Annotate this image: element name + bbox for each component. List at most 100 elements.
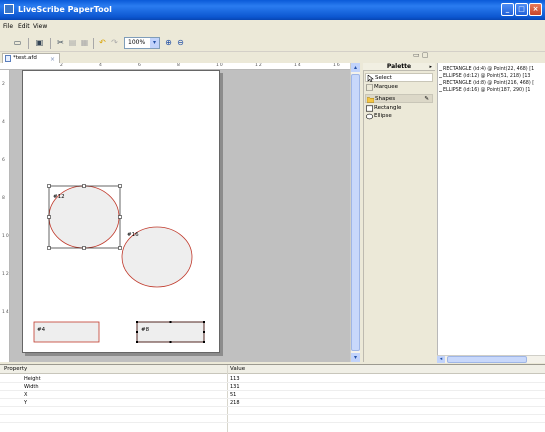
ruler-mark: 12 bbox=[2, 272, 10, 277]
horizontal-scrollbar[interactable]: ◂ bbox=[437, 355, 545, 363]
save-icon[interactable]: ▣ bbox=[34, 38, 45, 48]
scroll-thumb[interactable] bbox=[351, 74, 360, 351]
horizontal-ruler: 2 4 6 8 10 12 14 16 bbox=[0, 63, 350, 70]
ruler-mark: 14 bbox=[294, 63, 302, 68]
scroll-up-icon[interactable]: ▴ bbox=[351, 63, 360, 72]
undo-icon[interactable]: ↶ bbox=[97, 38, 108, 48]
scroll-left-icon[interactable]: ◂ bbox=[437, 356, 445, 363]
property-row-empty bbox=[0, 408, 545, 415]
property-row[interactable]: X 51 bbox=[0, 392, 545, 399]
ruler-mark: 8 bbox=[177, 63, 181, 68]
outline-item[interactable]: RECTANGLE (id:8) @ Point(216, 468) [ bbox=[438, 81, 534, 86]
shape-label: #12 bbox=[53, 194, 65, 200]
palette-menu-icon[interactable]: ▸ bbox=[429, 63, 432, 71]
outline-view: RECTANGLE (id:4) @ Point(22, 468) [1 ELL… bbox=[437, 63, 545, 355]
cut-icon[interactable]: ✂ bbox=[55, 38, 66, 48]
properties-header: Property Value bbox=[0, 365, 545, 374]
menu-view[interactable]: View bbox=[33, 23, 47, 30]
tab-label: *test.afd bbox=[13, 55, 37, 61]
pin-icon[interactable]: ✎ bbox=[424, 95, 429, 104]
palette-item-label: Marquee bbox=[374, 84, 399, 90]
tab-test-afd[interactable]: *test.afd × bbox=[2, 53, 60, 63]
ruler-mark: 14 bbox=[2, 310, 10, 315]
marquee-icon bbox=[366, 84, 373, 91]
property-key: Width bbox=[24, 384, 39, 390]
ruler-mark: 10 bbox=[216, 63, 224, 68]
property-row[interactable]: Height 113 bbox=[0, 376, 545, 383]
scroll-down-icon[interactable]: ▾ bbox=[351, 353, 360, 362]
shape-label: #4 bbox=[37, 327, 46, 333]
palette-item-label: Rectangle bbox=[374, 105, 402, 111]
ruler-mark: 4 bbox=[99, 63, 103, 68]
ruler-mark: 10 bbox=[2, 234, 10, 239]
ruler-mark: 12 bbox=[255, 63, 263, 68]
window-title: LiveScribe PaperTool bbox=[18, 5, 112, 14]
ruler-mark: 8 bbox=[2, 196, 6, 201]
menu-file[interactable]: File bbox=[3, 23, 13, 30]
palette-title: Palette bbox=[386, 63, 412, 70]
outline-item[interactable]: RECTANGLE (id:4) @ Point(22, 468) [1 bbox=[438, 67, 534, 72]
outline-item[interactable]: ELLIPSE (id:12) @ Point(51, 218) [13 bbox=[438, 74, 530, 79]
file-icon bbox=[5, 55, 11, 62]
ellipse-icon bbox=[366, 113, 373, 120]
title-bar: LiveScribe PaperTool _ □ × bbox=[0, 0, 545, 20]
redo-icon[interactable]: ↷ bbox=[109, 38, 120, 48]
palette-header[interactable]: Palette ▸ bbox=[363, 63, 435, 71]
shape-label: #8 bbox=[141, 327, 150, 333]
property-row-empty bbox=[0, 416, 545, 423]
palette-drawer-shapes[interactable]: Shapes ✎ bbox=[365, 94, 433, 103]
ruler-mark: 2 bbox=[60, 63, 64, 68]
property-row[interactable]: Width 131 bbox=[0, 384, 545, 391]
arrow-cursor-icon bbox=[367, 75, 374, 82]
property-value[interactable]: 218 bbox=[230, 400, 240, 407]
editor-minmax-icon[interactable]: ▭ ▢ bbox=[413, 51, 428, 59]
ruler-mark: 4 bbox=[2, 120, 6, 125]
ruler-mark: 6 bbox=[138, 63, 142, 68]
vertical-ruler: 2 4 6 8 10 12 14 bbox=[0, 70, 10, 362]
zoom-out-icon[interactable]: ⊖ bbox=[175, 38, 186, 48]
maximize-button[interactable]: □ bbox=[515, 3, 528, 16]
minimize-button[interactable]: _ bbox=[501, 3, 514, 16]
paper-page[interactable]: #12 #16 #4 #8 bbox=[22, 70, 220, 353]
vertical-scrollbar[interactable]: ▴ ▾ bbox=[350, 63, 360, 362]
zoom-in-icon[interactable]: ⊕ bbox=[163, 38, 174, 48]
zoom-select[interactable]: 100% ▾ bbox=[124, 37, 160, 49]
folder-icon bbox=[367, 97, 374, 103]
app-icon bbox=[4, 4, 14, 14]
drawing-canvas[interactable]: #12 #16 #4 #8 bbox=[10, 70, 350, 362]
column-header-value[interactable]: Value bbox=[230, 365, 245, 374]
property-value[interactable]: 51 bbox=[230, 392, 236, 399]
palette-item-marquee[interactable]: Marquee bbox=[365, 83, 433, 92]
column-header-property[interactable]: Property bbox=[4, 365, 27, 374]
ruler-mark: 16 bbox=[333, 63, 341, 68]
scroll-thumb[interactable] bbox=[447, 356, 527, 363]
copy-icon[interactable]: ▤ bbox=[67, 38, 78, 48]
property-value[interactable]: 113 bbox=[230, 376, 240, 383]
palette-item-label: Ellipse bbox=[374, 113, 392, 119]
shape-label: #16 bbox=[127, 232, 139, 238]
close-button[interactable]: × bbox=[529, 3, 542, 16]
toolbar-separator bbox=[93, 38, 94, 49]
menu-edit[interactable]: Edit bbox=[18, 23, 30, 30]
palette-item-ellipse[interactable]: Ellipse bbox=[365, 112, 433, 121]
ruler-mark: 2 bbox=[2, 82, 6, 87]
chevron-down-icon[interactable]: ▾ bbox=[150, 38, 159, 48]
toolbar-separator bbox=[28, 38, 29, 49]
menu-bar: File Edit View bbox=[0, 20, 545, 34]
property-row[interactable]: Y 218 bbox=[0, 400, 545, 407]
toolbar-separator bbox=[50, 38, 51, 49]
property-value[interactable]: 131 bbox=[230, 384, 240, 391]
property-key: X bbox=[24, 392, 28, 398]
palette-item-select[interactable]: Select bbox=[365, 73, 433, 82]
property-key: Y bbox=[24, 400, 28, 406]
paste-icon[interactable]: ▦ bbox=[79, 38, 90, 48]
zoom-value: 100% bbox=[128, 39, 146, 46]
editor-tab-bar bbox=[0, 52, 435, 63]
new-file-icon[interactable]: ▭ bbox=[12, 38, 23, 48]
property-key: Height bbox=[24, 376, 41, 382]
ruler-mark: 6 bbox=[2, 158, 6, 163]
palette-item-label: Shapes bbox=[375, 96, 396, 102]
rectangle-icon bbox=[366, 105, 373, 112]
outline-item[interactable]: ELLIPSE (id:16) @ Point(187, 290) [1 bbox=[438, 88, 530, 93]
palette-item-label: Select bbox=[375, 75, 392, 81]
